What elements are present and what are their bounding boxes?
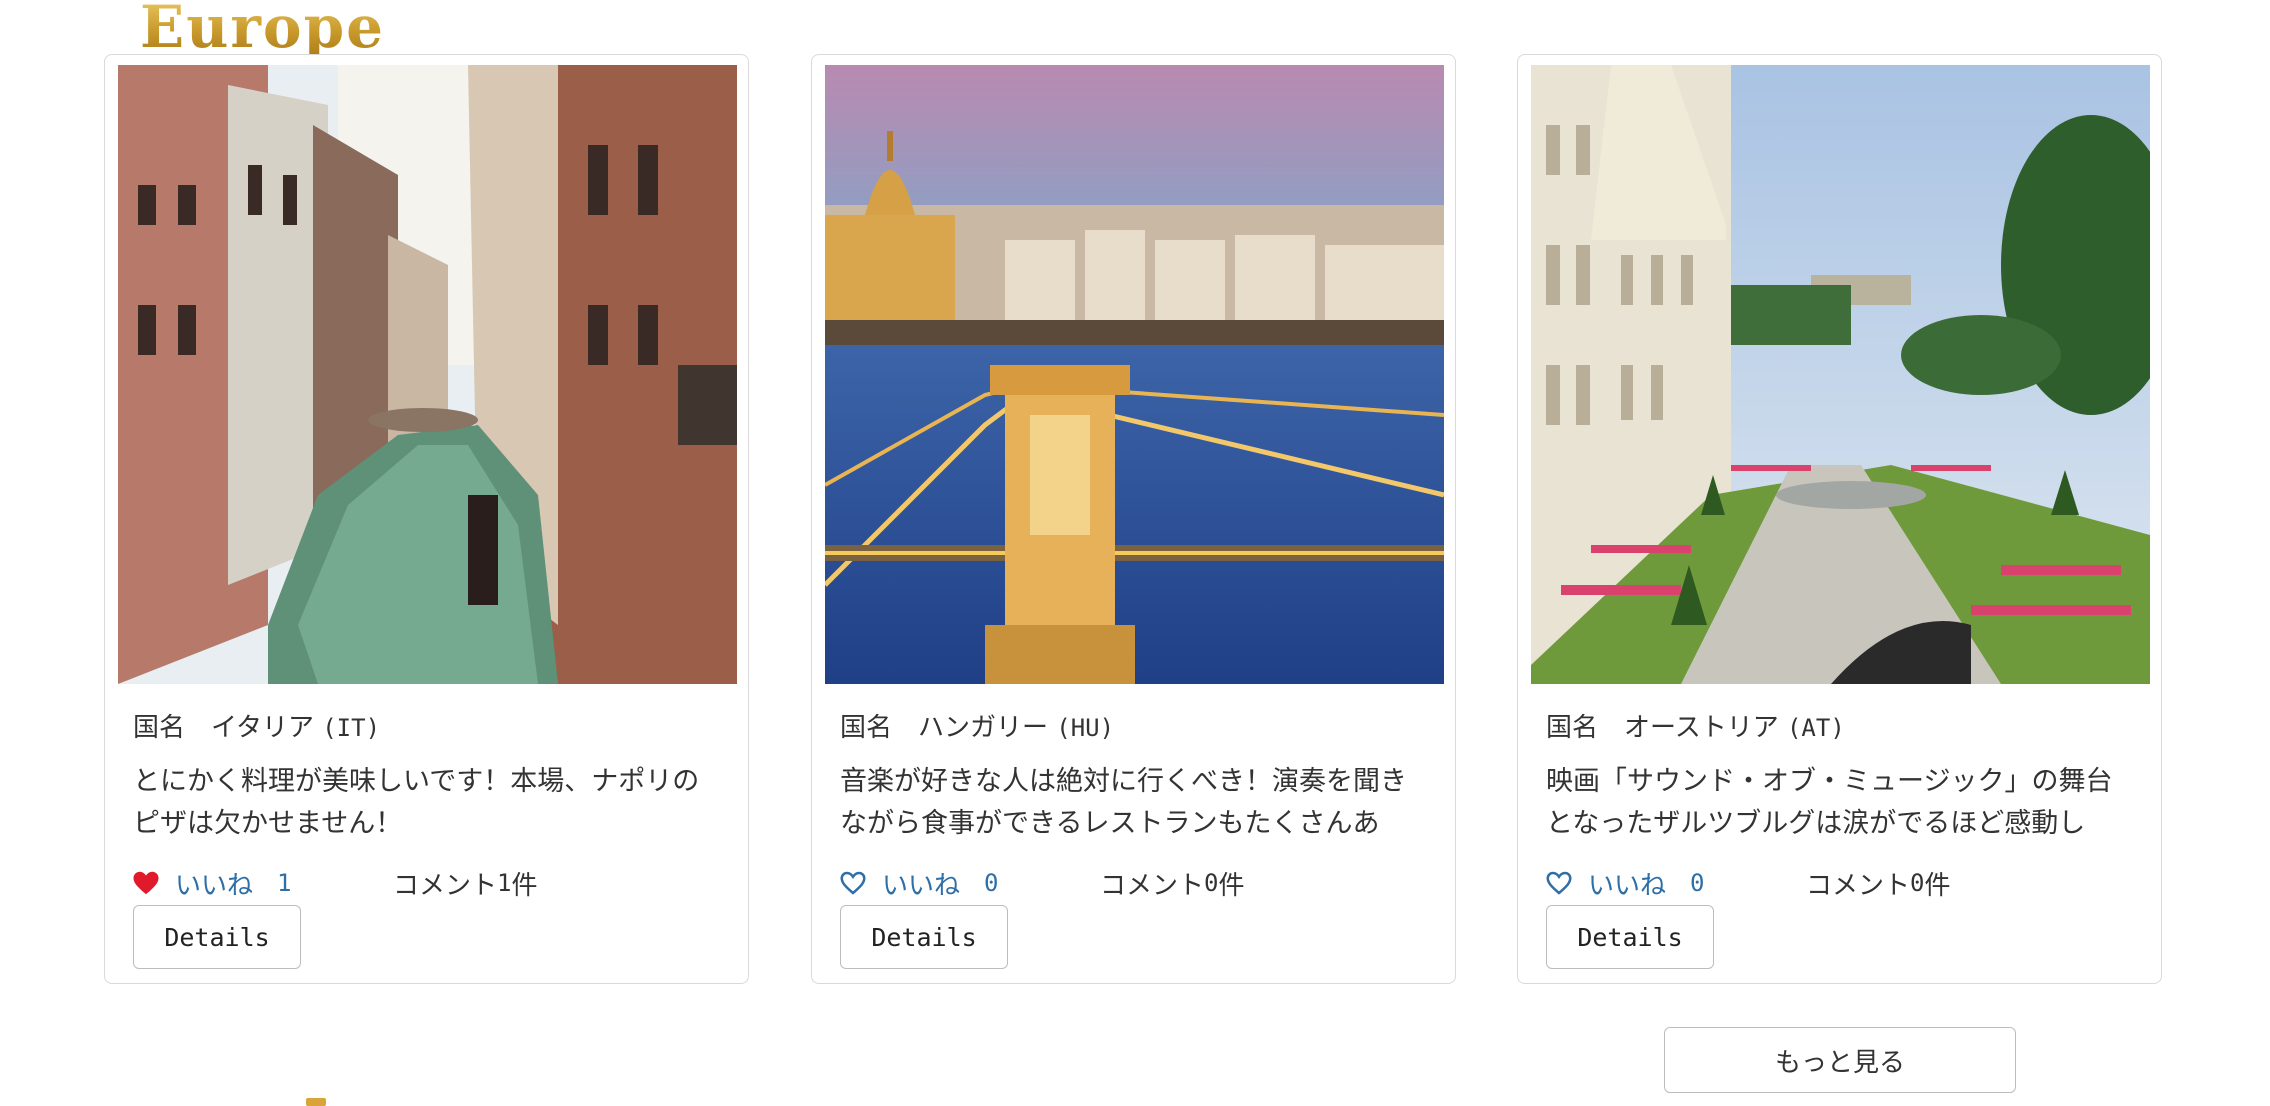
card-photo-chain-bridge[interactable] bbox=[825, 65, 1444, 684]
like-count: 1 bbox=[277, 869, 292, 897]
card-description: 映画「サウンド・オブ・ミュージック」の舞台となったザルツブルグは涙がでるほど感動… bbox=[1546, 766, 2113, 839]
details-button[interactable]: Details bbox=[133, 905, 301, 969]
country-name: 国名 イタリア (IT) bbox=[133, 713, 381, 743]
card-meta: いいね 0 コメント 0 件 bbox=[1544, 863, 1950, 903]
comment-count: コメント 0 件 bbox=[1100, 869, 1245, 901]
country-name: 国名 オーストリア (AT) bbox=[1546, 713, 1845, 743]
like-button[interactable]: いいね 0 bbox=[838, 865, 998, 902]
card-grid: 国名 イタリア (IT) とにかく料理が美味しいです！本場、ナポリのピザは欠かせ… bbox=[104, 54, 2167, 986]
like-count: 0 bbox=[984, 869, 999, 897]
heart-outline-icon bbox=[840, 871, 866, 895]
card-photo-mirabell-gardens[interactable] bbox=[1531, 65, 2150, 684]
more-button[interactable]: もっと見る bbox=[1664, 1027, 2016, 1093]
comment-count: コメント 1 件 bbox=[393, 869, 538, 901]
country-card-hungary: 国名 ハンガリー (HU) 音楽が好きな人は絶対に行くべき！演奏を聞きながら食事… bbox=[811, 54, 1456, 984]
heart-outline-icon bbox=[1546, 871, 1572, 895]
like-label: いいね bbox=[175, 870, 254, 901]
card-description: とにかく料理が美味しいです！本場、ナポリのピザは欠かせません！ bbox=[133, 766, 700, 839]
like-button[interactable]: いいね 0 bbox=[1544, 865, 1704, 902]
like-button[interactable]: いいね 1 bbox=[131, 865, 291, 902]
details-button[interactable]: Details bbox=[1546, 905, 1714, 969]
like-label: いいね bbox=[882, 870, 961, 901]
card-photo-venice-canal[interactable] bbox=[118, 65, 737, 684]
country-card-italy: 国名 イタリア (IT) とにかく料理が美味しいです！本場、ナポリのピザは欠かせ… bbox=[104, 54, 749, 984]
country-card-austria: 国名 オーストリア (AT) 映画「サウンド・オブ・ミュージック」の舞台となった… bbox=[1517, 54, 2162, 984]
card-meta: いいね 0 コメント 0 件 bbox=[838, 863, 1244, 903]
card-description: 音楽が好きな人は絶対に行くべき！演奏を聞きながら食事ができるレストランもたくさん… bbox=[840, 766, 1407, 839]
country-name: 国名 ハンガリー (HU) bbox=[840, 713, 1115, 743]
next-section-title-fragment bbox=[306, 1098, 326, 1106]
card-meta: いいね 1 コメント 1 件 bbox=[131, 863, 537, 903]
heart-filled-icon bbox=[133, 871, 159, 895]
details-button[interactable]: Details bbox=[840, 905, 1008, 969]
like-label: いいね bbox=[1588, 870, 1667, 901]
comment-count: コメント 0 件 bbox=[1806, 869, 1951, 901]
section-title: Europe bbox=[140, 0, 385, 62]
like-count: 0 bbox=[1690, 869, 1705, 897]
